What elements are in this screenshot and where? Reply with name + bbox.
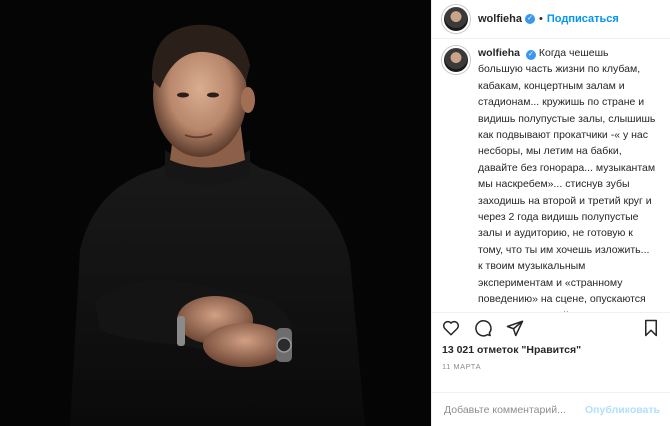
comment-icon[interactable] — [474, 319, 492, 337]
caption-text: Когда чешешь большую часть жизни по клуб… — [478, 47, 656, 312]
likes-count[interactable]: 13 021 отметок "Нравится" — [432, 342, 670, 362]
man-portrait-image — [0, 0, 431, 426]
action-bar — [432, 312, 670, 342]
caption-avatar[interactable] — [442, 46, 470, 74]
post-date: 11 МАРТА — [442, 362, 482, 371]
verified-badge-icon: ✓ — [525, 14, 536, 24]
caption-verified-badge-icon: ✓ — [525, 50, 536, 60]
heart-icon[interactable] — [442, 319, 460, 337]
comment-box: Опубликовать — [432, 392, 670, 426]
comment-input[interactable] — [442, 402, 586, 417]
post-header: wolfieha ✓ • Подписаться — [432, 0, 670, 39]
follow-button[interactable]: Подписаться — [547, 13, 619, 25]
bookmark-icon[interactable] — [642, 319, 660, 337]
post-comment-button[interactable]: Опубликовать — [585, 404, 660, 416]
caption-area: wolfieha ✓ Когда чешешь большую часть жи… — [432, 39, 670, 312]
post-sidebar: wolfieha ✓ • Подписаться wolfieha ✓ Когд… — [431, 0, 670, 426]
caption: wolfieha ✓ Когда чешешь большую часть жи… — [478, 45, 656, 312]
instagram-post: wolfieha ✓ • Подписаться wolfieha ✓ Когд… — [0, 0, 670, 426]
avatar[interactable] — [442, 5, 470, 33]
header-username[interactable]: wolfieha — [478, 13, 522, 25]
share-icon[interactable] — [506, 319, 524, 337]
separator: • — [539, 13, 543, 25]
caption-username[interactable]: wolfieha — [478, 47, 520, 59]
post-photo[interactable] — [0, 0, 431, 426]
